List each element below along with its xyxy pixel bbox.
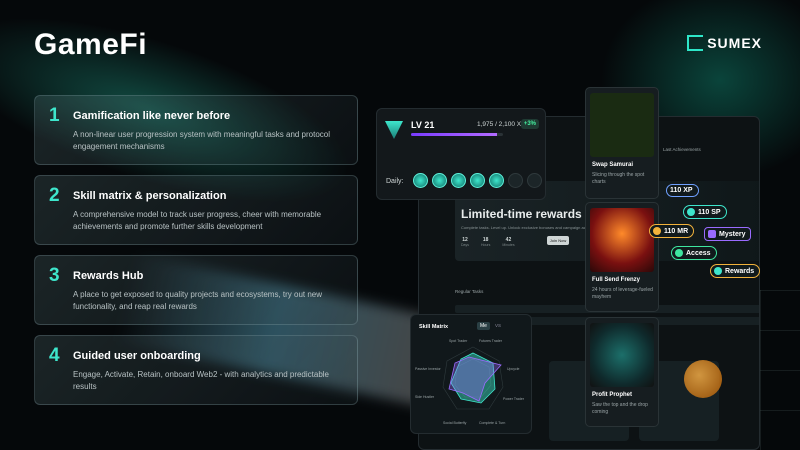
feature-card: 4 Guided user onboarding Engage, Activat… xyxy=(34,335,358,405)
level-label: LV 21 xyxy=(411,120,435,130)
skill-matrix-card: Skill Matrix Me VS Spot Trader Futures T… xyxy=(410,314,532,434)
logo-text: SUMEX xyxy=(707,35,762,51)
banner-title: Limited-time rewards for xyxy=(461,207,602,221)
feature-card: 1 Gamification like never before A non-l… xyxy=(34,95,358,165)
xp-counter: 1,975 / 2,100 XP xyxy=(477,121,526,128)
skill-matrix-title: Skill Matrix xyxy=(419,324,449,330)
brand-logo: SUMEX xyxy=(687,35,762,51)
daily-check-icon xyxy=(451,173,466,188)
daily-streak xyxy=(413,173,542,188)
feature-title: Rewards Hub xyxy=(73,270,144,282)
access-key-icon xyxy=(675,249,683,257)
quest-title: Profit Prophet xyxy=(592,392,632,398)
quest-card[interactable]: Swap Samurai Slicing through the spot ch… xyxy=(585,87,659,199)
rewards-coin-icon xyxy=(714,267,722,275)
samurai-artwork-icon xyxy=(590,93,654,157)
quest-description: Saw the top and the drop coming xyxy=(592,402,648,415)
feature-list: 1 Gamification like never before A non-l… xyxy=(34,95,358,415)
feature-number: 3 xyxy=(49,265,60,286)
reward-tag-mystery: Mystery xyxy=(704,227,752,241)
countdown-timer: 12 Days 18 Hours 42 Minutes xyxy=(461,237,515,247)
feature-description: A place to get exposed to quality projec… xyxy=(73,290,323,311)
join-button[interactable]: Join Now xyxy=(547,236,569,245)
quest-title: Full Send Frenzy xyxy=(592,277,641,283)
daily-check-icon xyxy=(432,173,447,188)
daily-locked-icon xyxy=(527,173,542,188)
bitcoin-icon xyxy=(684,360,722,398)
achievements-label: Last Achievements xyxy=(663,147,701,152)
me-toggle[interactable]: Me xyxy=(477,322,490,330)
daily-check-icon xyxy=(413,173,428,188)
axis-label: Passive Investor xyxy=(415,367,441,371)
mystery-box-icon xyxy=(708,230,716,238)
feature-description: A comprehensive model to track user prog… xyxy=(73,210,322,231)
feature-card: 2 Skill matrix & personalization A compr… xyxy=(34,175,358,245)
skill-radar-chart xyxy=(442,346,504,410)
feature-description: A non-linear user progression system wit… xyxy=(73,130,331,151)
regular-tasks-label: Regular Tasks xyxy=(455,289,484,294)
crystal-ball-artwork-icon xyxy=(590,323,654,387)
daily-locked-icon xyxy=(508,173,523,188)
daily-check-icon xyxy=(470,173,485,188)
quest-card[interactable]: Full Send Frenzy 24 hours of leverage-fu… xyxy=(585,202,659,312)
quest-description: Slicing through the spot charts xyxy=(592,172,645,185)
vs-label: VS xyxy=(495,323,502,328)
level-card: LV 21 1,975 / 2,100 XP +3% Daily: xyxy=(376,108,546,200)
feature-title: Skill matrix & personalization xyxy=(73,190,227,202)
page-title: GameFi xyxy=(34,28,148,61)
feature-card: 3 Rewards Hub A place to get exposed to … xyxy=(34,255,358,325)
feature-number: 2 xyxy=(49,185,60,206)
rank-shield-icon xyxy=(385,121,403,139)
feature-description: Engage, Activate, Retain, onboard Web2 -… xyxy=(73,370,330,391)
axis-label: Complete & Turn xyxy=(479,421,506,425)
reward-tag-access: Access xyxy=(671,246,717,260)
daily-label: Daily: xyxy=(386,178,404,185)
reward-tag-rewards: Rewards xyxy=(710,264,761,278)
banner-subtitle: Complete tasks. Level up. Unlock exclusi… xyxy=(461,225,596,230)
feature-number: 1 xyxy=(49,105,60,126)
axis-label: Upcycle xyxy=(507,367,520,371)
xp-gain-badge: +3% xyxy=(520,119,539,129)
reward-tag-mr: 110 MR xyxy=(649,224,695,238)
axis-label: Social Butterfly xyxy=(443,421,467,425)
xp-progress-bar xyxy=(411,133,503,136)
sp-icon xyxy=(687,208,695,216)
feature-title: Guided user onboarding xyxy=(73,350,201,362)
axis-label: Power Trader xyxy=(503,397,525,401)
mr-icon xyxy=(653,227,661,235)
feature-number: 4 xyxy=(49,345,60,366)
sumex-logo-icon xyxy=(687,35,704,51)
quest-card[interactable]: Profit Prophet Saw the top and the drop … xyxy=(585,317,659,427)
axis-label: Side Hustler xyxy=(415,395,435,399)
reward-tag-xp: 110 XP xyxy=(666,184,699,197)
reward-tag-sp: 110 SP xyxy=(683,205,727,219)
quest-description: 24 hours of leverage-fueled mayhem xyxy=(592,287,653,300)
daily-check-icon xyxy=(489,173,504,188)
explosion-artwork-icon xyxy=(590,208,654,272)
quest-title: Swap Samurai xyxy=(592,162,634,168)
feature-title: Gamification like never before xyxy=(73,110,231,122)
